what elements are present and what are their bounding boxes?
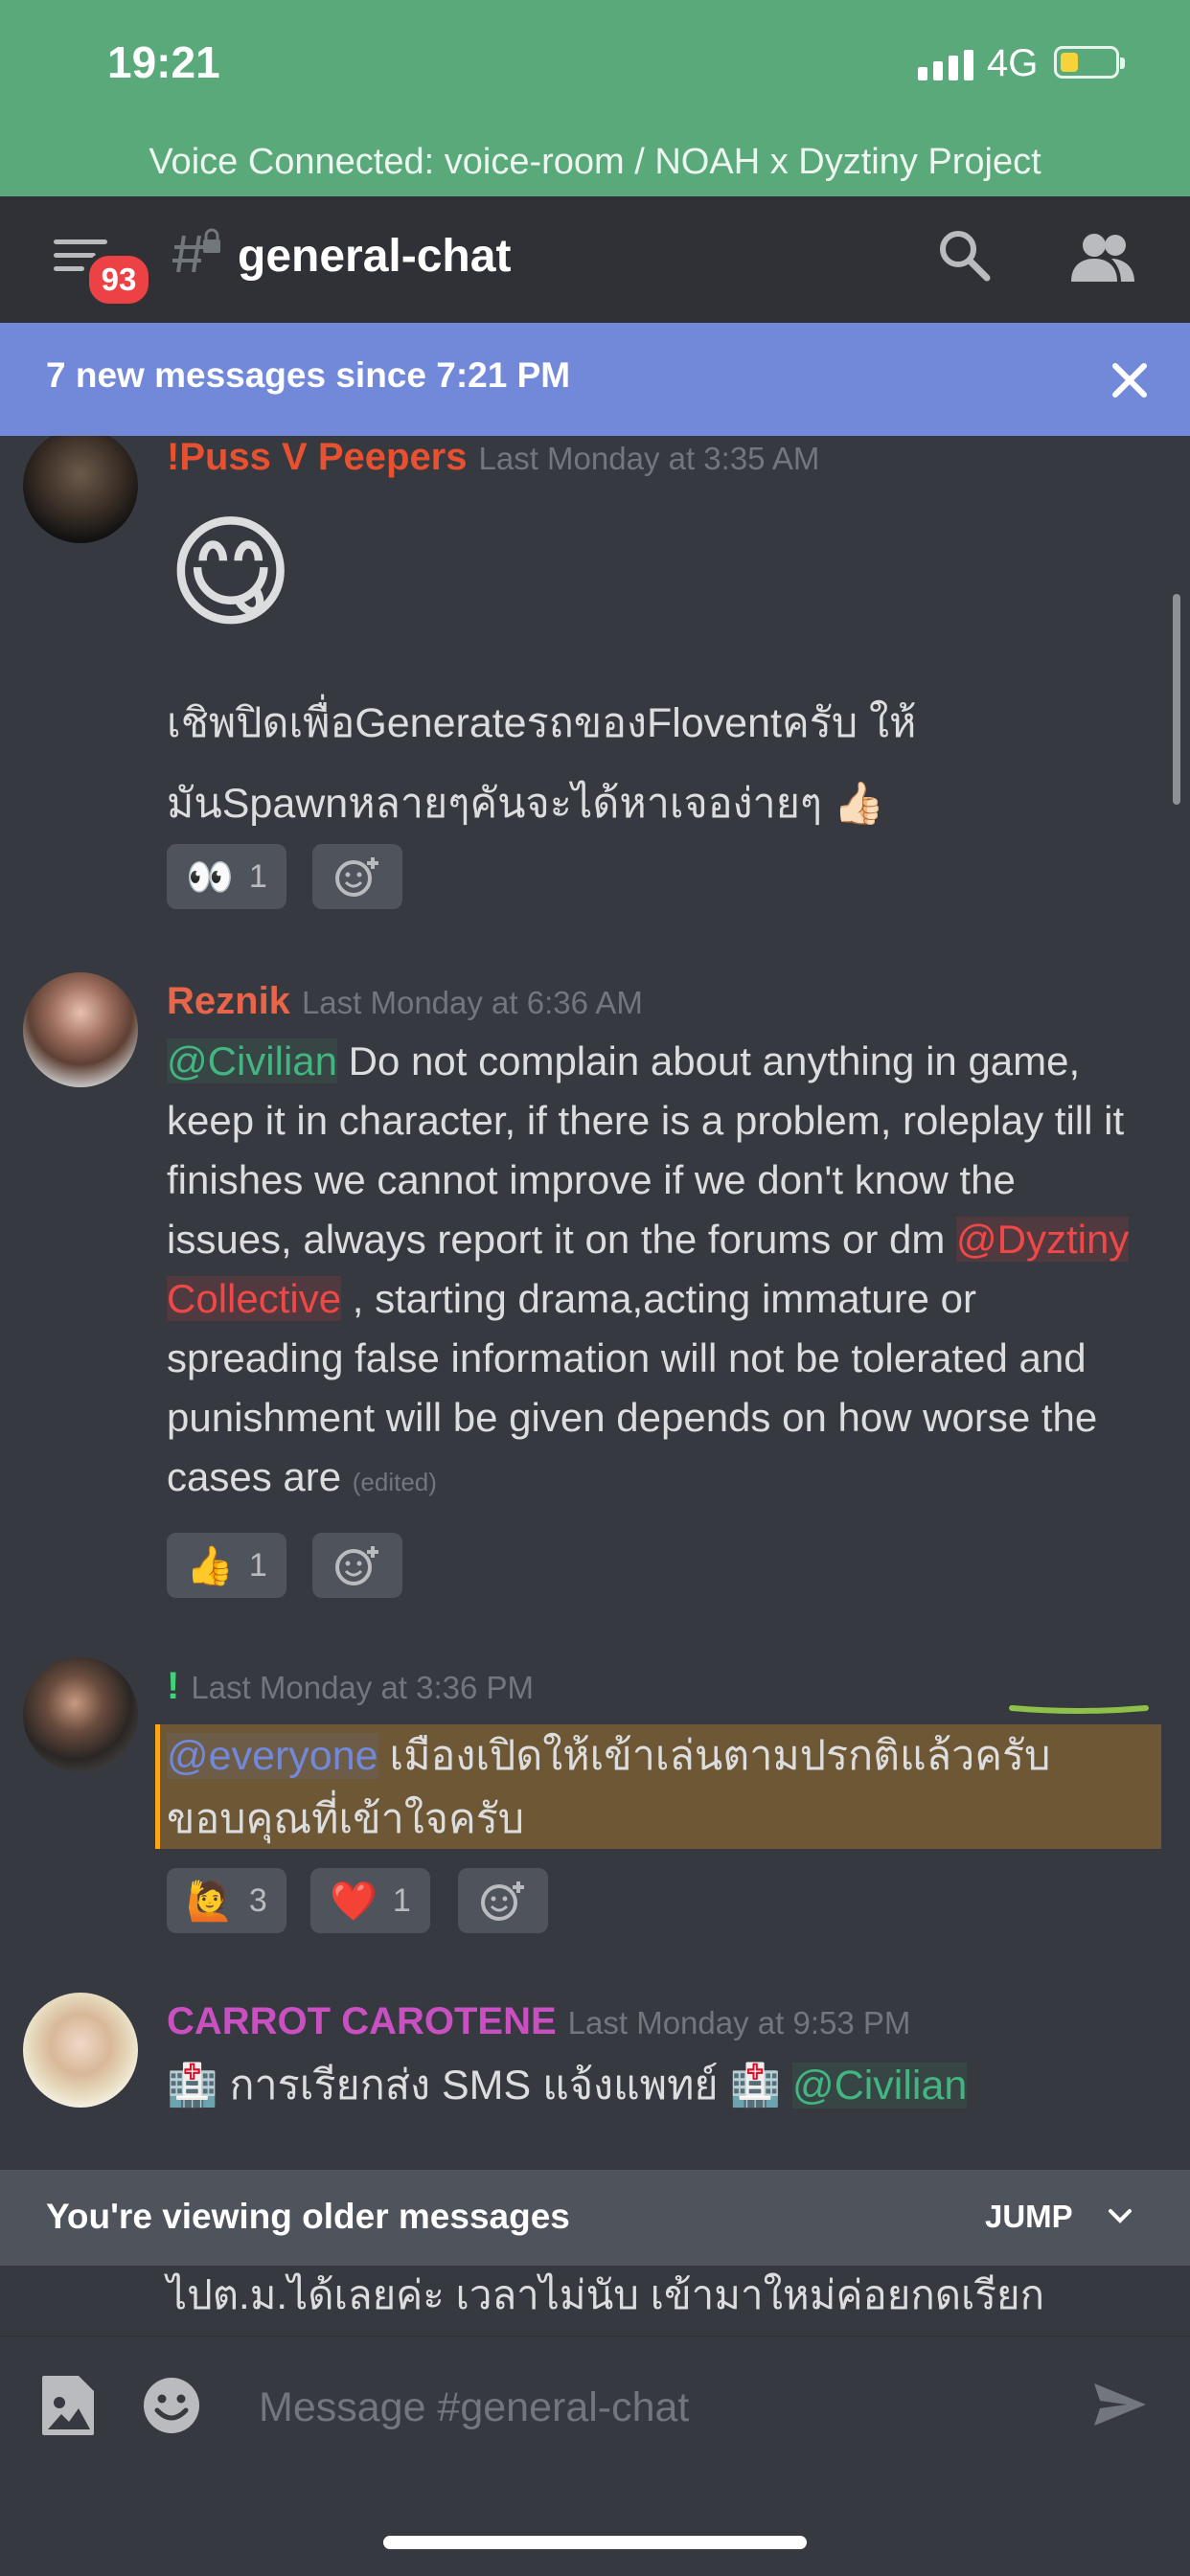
message-text-line: มันSpawnหลายๆคันจะได้หาเจอง่ายๆ 👍🏻	[167, 781, 885, 827]
network-type: 4G	[987, 42, 1039, 84]
avatar[interactable]	[23, 1657, 138, 1772]
avatar[interactable]	[23, 972, 138, 1087]
reaction-button[interactable]: ❤️ 1	[310, 1868, 430, 1933]
mention-everyone[interactable]: @everyone	[167, 1733, 378, 1779]
chevron-down-icon[interactable]	[1108, 2208, 1133, 2225]
message-text: @Civilian Do not complain about anything…	[167, 1032, 1144, 1512]
message-text-line: เชิพปิดเพื่อGenerateรถของFloventครับ ให้	[167, 700, 917, 746]
message-text-part: 🏥 การเรียกส่ง SMS แจ้งแพทย์ 🏥	[167, 2063, 793, 2109]
mention-civilian[interactable]: @Civilian	[167, 1038, 338, 1083]
reaction-button[interactable]: 👍 1	[167, 1533, 286, 1598]
message-author[interactable]: ! Last Monday at 3:36 PM	[167, 1665, 534, 1708]
add-reaction-icon	[335, 857, 378, 897]
add-reaction-button[interactable]	[312, 1533, 402, 1598]
message-text-part: เมืองเปิดให้เข้าเล่นตามปรกติแล้วครับ	[378, 1733, 1051, 1779]
author-name[interactable]: !	[167, 1665, 179, 1707]
message-text: 🏥 การเรียกส่ง SMS แจ้งแพทย์ 🏥 @Civilian	[167, 2056, 1144, 2115]
reaction-emoji: 👍	[186, 1544, 234, 1587]
reaction-emoji: 👀	[186, 855, 234, 899]
older-messages-text: You're viewing older messages	[46, 2197, 570, 2236]
message-author[interactable]: CARROT CAROTENE Last Monday at 9:53 PM	[167, 2000, 910, 2043]
emoji-icon[interactable]	[142, 2376, 201, 2435]
add-reaction-button[interactable]	[312, 844, 402, 909]
reaction-count: 1	[248, 1546, 267, 1584]
unread-badge: 93	[84, 251, 153, 308]
battery-icon	[1054, 46, 1125, 79]
reaction-count: 1	[248, 857, 267, 895]
message-timestamp: Last Monday at 3:35 AM	[478, 441, 820, 476]
mention-civilian[interactable]: @Civilian	[792, 2063, 968, 2109]
status-time: 19:21	[107, 37, 220, 87]
message-list[interactable]: !Puss V Peepers Last Monday at 3:35 AM 😋 …	[0, 436, 1190, 2170]
close-icon[interactable]	[1111, 362, 1148, 399]
new-messages-banner[interactable]: 7 new messages since 7:21 PM	[0, 323, 1190, 436]
channel-title: general-chat	[238, 231, 512, 282]
jump-button[interactable]: JUMP	[985, 2199, 1073, 2235]
edited-label: (edited)	[352, 1468, 437, 1496]
message-input[interactable]	[257, 2378, 1046, 2437]
search-icon[interactable]	[935, 226, 993, 284]
highlight-underline	[1009, 1705, 1149, 1714]
members-icon[interactable]	[1069, 230, 1136, 284]
status-bar: 19:21 4G	[0, 0, 1190, 134]
avatar[interactable]	[23, 1993, 138, 2108]
reaction-count: 3	[248, 1881, 267, 1919]
partial-message-text: ไปต.ม.ได้เลยค่ะ เวลาไม่นับ เข้ามาใหม่ค่อ…	[167, 2272, 1045, 2317]
new-messages-text: 7 new messages since 7:21 PM	[46, 355, 571, 395]
reaction-count: 1	[392, 1881, 411, 1919]
add-reaction-icon	[335, 1546, 378, 1585]
message-author[interactable]: Reznik Last Monday at 6:36 AM	[167, 980, 643, 1023]
older-messages-banner: You're viewing older messages JUMP	[0, 2170, 1190, 2266]
reaction-button[interactable]: 🙋 3	[167, 1868, 286, 1933]
message-timestamp: Last Monday at 6:36 AM	[301, 985, 643, 1020]
add-reaction-icon	[481, 1881, 524, 1921]
message-author[interactable]: !Puss V Peepers Last Monday at 3:35 AM	[167, 436, 819, 479]
image-upload-icon[interactable]	[40, 2374, 96, 2437]
add-reaction-button[interactable]	[458, 1868, 548, 1933]
message-text: เชิพปิดเพื่อGenerateรถของFloventครับ ให้…	[167, 683, 1144, 844]
voice-connected-banner[interactable]: Voice Connected: voice-room / NOAH x Dyz…	[0, 134, 1190, 196]
message-timestamp: Last Monday at 9:53 PM	[567, 2005, 911, 2040]
reaction-emoji: 🙋	[186, 1880, 234, 1923]
home-indicator[interactable]	[383, 2536, 807, 2549]
reaction-emoji: ❤️	[330, 1880, 378, 1923]
message-text-line: ขอบคุณที่เข้าใจครับ	[167, 1796, 525, 1842]
scrollbar[interactable]	[1173, 594, 1180, 805]
message-timestamp: Last Monday at 3:36 PM	[191, 1670, 535, 1705]
reaction-button[interactable]: 👀 1	[167, 844, 286, 909]
signal-icon	[918, 50, 973, 80]
author-name[interactable]: Reznik	[167, 980, 290, 1022]
message-text: @everyone เมืองเปิดให้เข้าเล่นตามปรกติแล…	[167, 1724, 1144, 1851]
message-emoji: 😋	[167, 505, 295, 642]
send-icon[interactable]	[1092, 2380, 1148, 2429]
author-name[interactable]: !Puss V Peepers	[167, 436, 468, 478]
avatar[interactable]	[23, 436, 138, 543]
author-name[interactable]: CARROT CAROTENE	[167, 2000, 557, 2042]
locked-channel-icon	[172, 228, 220, 273]
